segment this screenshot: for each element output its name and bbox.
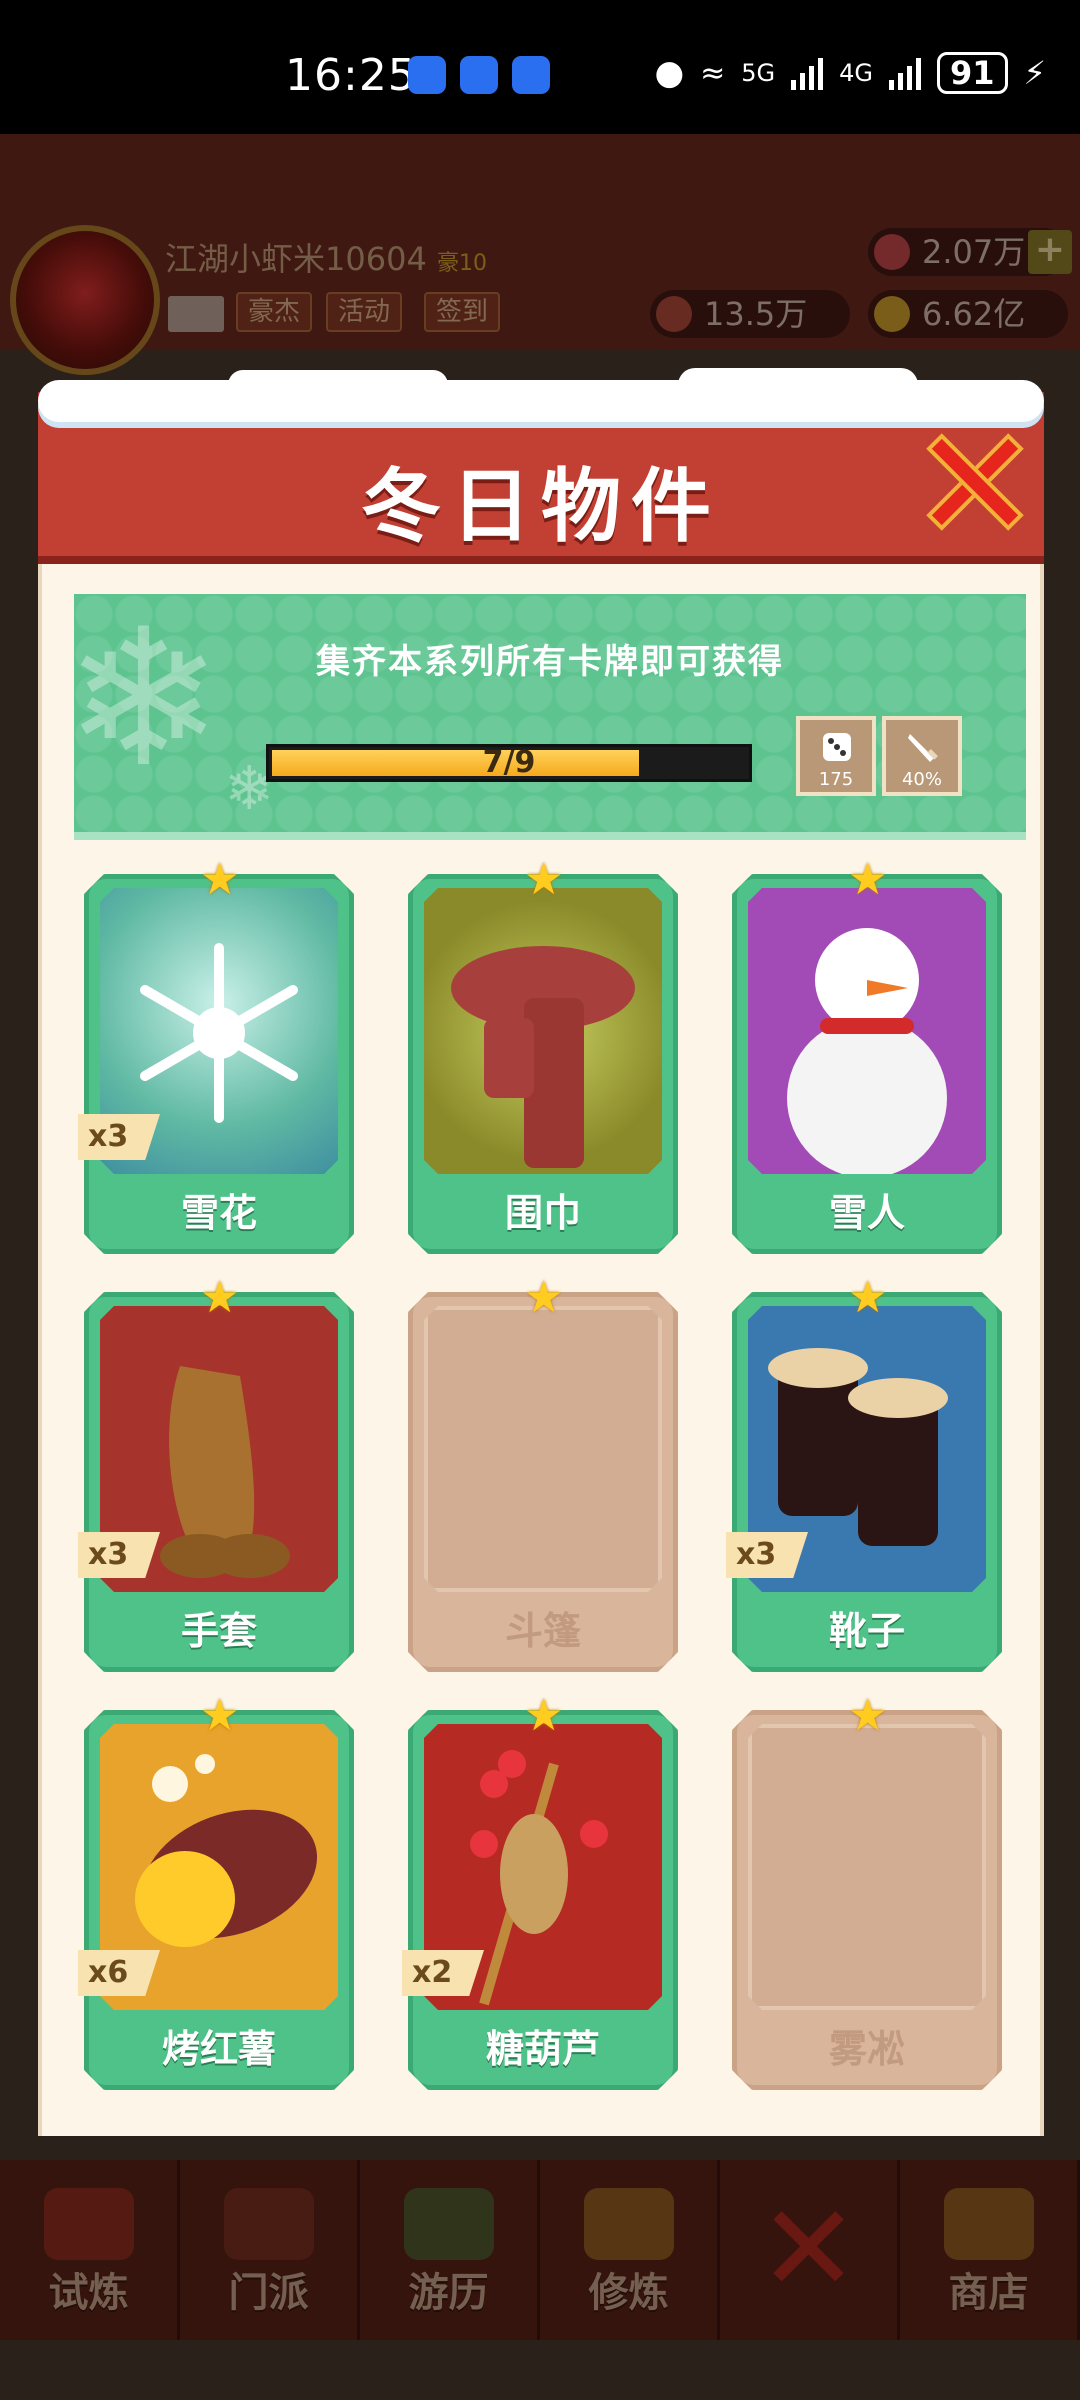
wifi-icon: ≈: [700, 55, 726, 91]
snow-decoration: [38, 368, 1044, 422]
collection-banner: ❄ ❄ 集齐本系列所有卡牌即可获得 7/9 175 40%: [74, 594, 1026, 840]
star-icon: ★: [848, 854, 888, 905]
star-icon: ★: [524, 1272, 564, 1323]
vip-badge: 豪10: [436, 251, 487, 276]
star-icon: ★: [524, 1690, 564, 1741]
close-button[interactable]: [920, 432, 1024, 532]
player-name: 江湖小虾米10604 豪10: [165, 240, 487, 278]
snowman-card-art: [748, 888, 986, 1174]
nav-shop[interactable]: 商店: [900, 2160, 1080, 2340]
close-x-icon: ✕: [758, 2180, 859, 2319]
star-icon: ★: [848, 1272, 888, 1323]
card-name: 靴子: [828, 1609, 905, 1653]
reward-dice[interactable]: 175: [796, 716, 876, 796]
power-icon: [656, 296, 692, 332]
card-boots[interactable]: ★ x3 靴子: [726, 1276, 1002, 1672]
power-counter: 13.5万: [650, 290, 850, 338]
shop-icon: [943, 2188, 1034, 2260]
network-5g-label: 5G: [741, 59, 776, 87]
locked-card-slot: [424, 1306, 662, 1592]
status-time: 16:25: [285, 50, 417, 101]
locked-card-slot: [748, 1724, 986, 2010]
card-snowflake[interactable]: ★ x3 雪花: [78, 858, 354, 1254]
card-name: 糖葫芦: [485, 2027, 600, 2071]
status-indicators: ● ≈ 5G 4G 91 ⚡: [654, 52, 1046, 94]
trial-icon: [43, 2188, 134, 2260]
card-gloves[interactable]: ★ x3 手套: [78, 1276, 354, 1672]
card-cloak-locked[interactable]: ★ 斗篷: [408, 1276, 678, 1672]
add-gems-button[interactable]: +: [1028, 230, 1072, 274]
signal-icon-2: [889, 56, 921, 90]
status-bar: 16:25 ● ≈ 5G 4G 91 ⚡: [0, 0, 1080, 134]
progress-label: 7/9: [482, 745, 536, 780]
coin-icon: [874, 296, 910, 332]
card-snowman[interactable]: ★ 雪人: [732, 858, 1002, 1254]
signal-icon: [791, 56, 824, 90]
nav-trial[interactable]: 试炼: [0, 2160, 180, 2340]
star-icon: ★: [524, 854, 564, 905]
card-name: 雪花: [180, 1191, 257, 1235]
coin-counter: 6.62亿: [868, 290, 1068, 338]
location-icon: ●: [654, 53, 685, 93]
bottom-navigation: 试炼 门派 游历 修炼 ✕ 商店: [0, 2160, 1080, 2340]
tip-notification-icon: [512, 56, 550, 94]
card-name: 雾凇: [828, 2027, 905, 2071]
collection-progress-bar: 7/9: [266, 744, 752, 782]
dice-icon: [823, 733, 851, 761]
card-rime-locked[interactable]: ★ 雾凇: [732, 1694, 1002, 2090]
snowflake-decoration-icon: ❄: [74, 594, 224, 809]
sword-icon: [908, 734, 938, 762]
modal-title: 冬日物件: [361, 460, 721, 553]
player-avatar[interactable]: [10, 225, 160, 375]
message-notification-icon: [460, 56, 498, 94]
network-4g-label: 4G: [839, 59, 873, 87]
card-tanghulu[interactable]: ★ x2 糖葫芦: [402, 1694, 678, 2090]
gem-icon: [874, 234, 910, 270]
app-notification-icon: [408, 56, 446, 94]
card-scarf[interactable]: ★ 围巾: [408, 858, 678, 1254]
battery-indicator: 91: [937, 52, 1008, 94]
card-name: 烤红薯: [161, 2027, 276, 2071]
scarf-card-art: [424, 888, 662, 1174]
gem-counter: 2.07万 +: [868, 228, 1072, 276]
heroes-button[interactable]: 豪杰: [236, 292, 313, 332]
star-icon: ★: [200, 854, 240, 905]
activity-button[interactable]: 活动: [326, 292, 403, 332]
mail-icon[interactable]: [168, 296, 224, 332]
card-name: 围巾: [504, 1191, 581, 1235]
card-sweet-potato[interactable]: ★ x6 烤红薯: [78, 1694, 354, 2090]
nav-sect[interactable]: 门派: [180, 2160, 360, 2340]
modal-body: ❄ ❄ 集齐本系列所有卡牌即可获得 7/9 175 40% ★ x3 雪花 ★ …: [38, 564, 1044, 2136]
travel-icon: [403, 2188, 494, 2260]
reward-sword[interactable]: 40%: [882, 716, 962, 796]
star-icon: ★: [848, 1690, 888, 1741]
reward-sword-value: 40%: [901, 769, 942, 790]
signin-button[interactable]: 签到: [424, 292, 501, 332]
star-icon: ★: [200, 1272, 240, 1323]
nav-travel[interactable]: 游历: [360, 2160, 540, 2340]
reward-dice-value: 175: [818, 769, 854, 790]
nav-close[interactable]: ✕: [720, 2160, 900, 2340]
charging-icon: ⚡: [1023, 54, 1046, 92]
card-name: 斗篷: [504, 1609, 581, 1653]
star-icon: ★: [200, 1690, 240, 1741]
collection-hint: 集齐本系列所有卡牌即可获得: [316, 642, 784, 682]
nav-cultivate[interactable]: 修炼: [540, 2160, 720, 2340]
card-name: 手套: [180, 1609, 257, 1653]
winter-items-modal: 冬日物件 ❄ ❄ 集齐本系列所有卡牌即可获得 7/9 175 40% ★ x3 …: [38, 368, 1044, 2136]
sect-icon: [223, 2188, 314, 2260]
cultivate-icon: [583, 2188, 674, 2260]
card-name: 雪人: [828, 1191, 905, 1235]
